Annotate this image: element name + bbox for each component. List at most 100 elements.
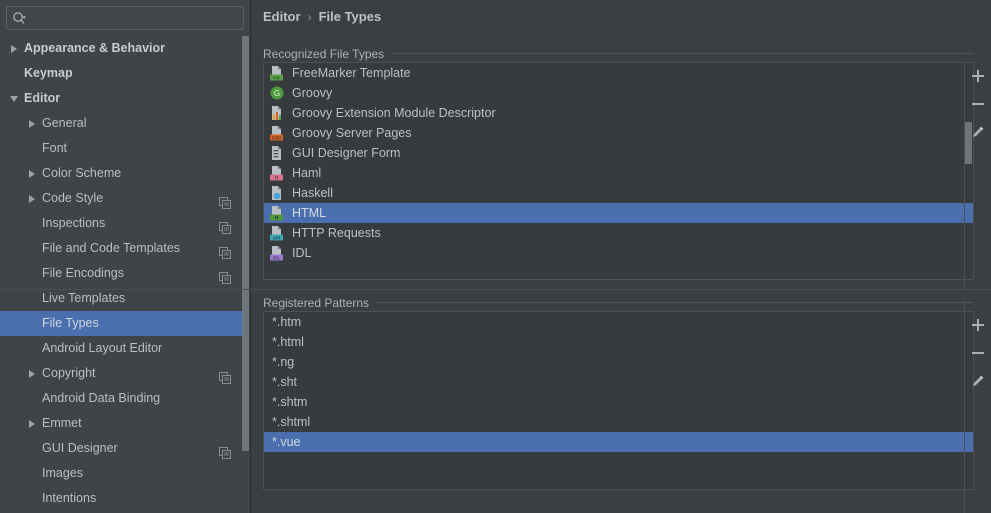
sidebar-item-font[interactable]: Font [0,136,243,161]
file-type-row[interactable]: GUI Designer Form [264,143,973,163]
recognized-file-types-toolbar [965,62,991,280]
file-type-row[interactable]: GSP Groovy Server Pages [264,123,973,143]
add-pattern-button[interactable] [965,311,991,339]
breadcrumb-current: File Types [318,9,382,24]
sidebar-item-android-layout-editor[interactable]: Android Layout Editor [0,336,243,361]
pattern-label: *.vue [272,435,301,449]
file-type-label: HTML [292,206,327,220]
file-gsp-icon: GSP [269,125,285,141]
copy-settings-icon[interactable] [219,193,231,209]
file-type-row[interactable]: API HTTP Requests [264,223,973,243]
pattern-row[interactable]: *.htm [264,312,973,332]
recognized-file-types-label: Recognized File Types [263,47,392,61]
sidebar-item-images[interactable]: Images [0,461,243,486]
file-type-label: HTTP Requests [292,226,381,240]
sidebar-item-file-types[interactable]: File Types [0,311,243,336]
svg-text:h: h [275,175,278,181]
sidebar-item-color-scheme[interactable]: Color Scheme [0,161,243,186]
copy-settings-icon[interactable] [219,243,231,259]
sidebar-item-label: Emmet [42,416,82,430]
file-type-label: Groovy Server Pages [292,126,412,140]
pattern-label: *.shtml [272,415,311,429]
breadcrumb-parent[interactable]: Editor [263,9,301,24]
file-type-label: Groovy [292,86,333,100]
file-type-row[interactable]: Groovy Extension Module Descriptor [264,103,973,123]
copy-settings-icon[interactable] [219,443,231,459]
groovy-circle-icon: G [269,85,285,101]
file-type-label: FreeMarker Template [292,66,411,80]
sidebar-item-inspections[interactable]: Inspections [0,211,243,236]
edit-file-type-button[interactable] [965,118,991,146]
sidebar-item-label: Code Style [42,191,104,205]
recognized-section-rule [383,53,974,54]
sidebar-item-file-and-code-templates[interactable]: File and Code Templates [0,236,243,261]
sidebar-item-file-encodings[interactable]: File Encodings [0,261,243,286]
svg-text:G: G [274,89,280,98]
settings-main-panel: Editor › File Types Recognized File Type… [251,0,991,513]
file-type-row[interactable]: IDL IDL [264,243,973,263]
sidebar-item-general[interactable]: General [0,111,243,136]
haskell-icon [269,185,285,201]
sidebar-item-editor[interactable]: Editor [0,86,243,111]
file-type-label: Groovy Extension Module Descriptor [292,106,496,120]
file-type-row[interactable]: Haskell [264,183,973,203]
pattern-label: *.shtm [272,395,308,409]
settings-dialog: Appearance & Behavior Keymap Editor General… [0,0,991,513]
sidebar-item-label: Color Scheme [42,166,122,180]
remove-file-type-button[interactable] [965,90,991,118]
remove-pattern-button[interactable] [965,339,991,367]
copy-settings-icon[interactable] [219,268,231,284]
registered-patterns-toolbar [965,311,991,490]
svg-text:<>: <> [273,75,280,81]
search-icon[interactable] [7,7,31,29]
breadcrumb-separator-icon: › [307,9,312,24]
registered-patterns-list[interactable]: *.htm *.html *.ng *.sht *.shtm *.shtml *.vue [263,311,974,490]
pattern-label: *.htm [272,315,302,329]
file-form-icon [269,145,285,161]
pattern-label: *.html [272,335,304,349]
settings-sidebar: Appearance & Behavior Keymap Editor General… [0,0,251,513]
sidebar-item-label: Copyright [42,366,96,380]
sidebar-item-gui-designer[interactable]: GUI Designer [0,436,243,461]
search-box[interactable] [6,6,244,30]
sidebar-item-label: Editor [24,91,61,105]
pattern-row[interactable]: *.html [264,332,973,352]
pattern-row[interactable]: *.shtm [264,392,973,412]
pattern-row[interactable]: *.shtml [264,412,973,432]
sidebar-item-label: Intentions [42,491,97,505]
svg-text:H: H [274,215,278,221]
file-type-row[interactable]: H HTML [264,203,973,223]
svg-text:GSP: GSP [272,135,282,140]
copy-settings-icon[interactable] [219,218,231,234]
sidebar-item-copyright[interactable]: Copyright [0,361,243,386]
pattern-row[interactable]: *.ng [264,352,973,372]
sidebar-item-appearance-behavior[interactable]: Appearance & Behavior [0,36,243,61]
add-file-type-button[interactable] [965,62,991,90]
pattern-row[interactable]: *.sht [264,372,973,392]
file-type-row[interactable]: <> FreeMarker Template [264,63,973,83]
pattern-label: *.ng [272,355,295,369]
settings-tree[interactable]: Appearance & Behavior Keymap Editor General… [0,36,243,513]
sidebar-item-label: File Types [42,316,99,330]
sidebar-scrollbar-thumb[interactable] [242,36,249,451]
search-input[interactable] [31,7,243,29]
pattern-row[interactable]: *.vue [264,432,973,452]
registered-patterns-label: Registered Patterns [263,296,377,310]
sidebar-item-android-data-binding[interactable]: Android Data Binding [0,386,243,411]
sidebar-scrollbar[interactable] [242,36,249,513]
file-freemarker-icon: <> [269,65,285,81]
edit-pattern-button[interactable] [965,367,991,395]
file-type-row[interactable]: h Haml [264,163,973,183]
sidebar-item-code-style[interactable]: Code Style [0,186,243,211]
sidebar-item-label: File and Code Templates [42,241,181,255]
recognized-file-types-list[interactable]: <> FreeMarker Template G Groovy Groovy Exten… [263,62,974,280]
sidebar-item-intentions[interactable]: Intentions [0,486,243,511]
section-divider [0,289,991,290]
file-haml-icon: h [269,165,285,181]
sidebar-item-keymap[interactable]: Keymap [0,61,243,86]
file-type-row[interactable]: G Groovy [264,83,973,103]
file-type-label: IDL [292,246,312,260]
sidebar-item-emmet[interactable]: Emmet [0,411,243,436]
sidebar-item-label: Font [42,141,68,155]
copy-settings-icon[interactable] [219,368,231,384]
